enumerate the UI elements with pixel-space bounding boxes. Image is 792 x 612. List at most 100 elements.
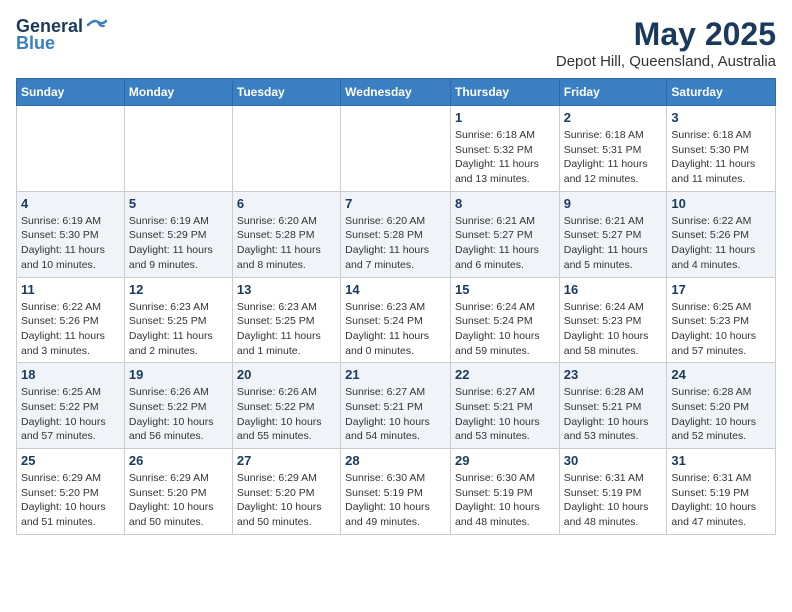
calendar-cell: 7 Sunrise: 6:20 AM Sunset: 5:28 PM Daylig… [341, 191, 451, 277]
day-number: 13 [237, 282, 336, 297]
calendar-cell: 12Sunrise: 6:23 AM Sunset: 5:25 PM Dayli… [124, 277, 232, 363]
calendar-cell: 13 Sunrise: 6:23 AM Sunset: 5:25 PM Dayli… [232, 277, 340, 363]
day-info: Sunrise: 6:28 AM Sunset: 5:21 PM Dayligh… [564, 385, 663, 444]
day-number: 11 [21, 282, 120, 297]
day-number: 25 [21, 453, 120, 468]
day-number: 18 [21, 367, 120, 382]
day-info: Sunrise: 6:18 AM Sunset: 5:32 PM Dayligh… [455, 128, 555, 187]
calendar-cell: 15 Sunrise: 6:24 AM Sunset: 5:24 PM Dayli… [450, 277, 559, 363]
calendar-cell: 23Sunrise: 6:28 AM Sunset: 5:21 PM Dayli… [559, 363, 667, 449]
day-info: Sunrise: 6:21 AM Sunset: 5:27 PM Dayligh… [455, 214, 555, 273]
day-info: Sunrise: 6:27 AM Sunset: 5:21 PM Dayligh… [455, 385, 555, 444]
header-thursday: Thursday [450, 79, 559, 106]
calendar-cell: 26 Sunrise: 6:29 AM Sunset: 5:20 PM Dayli… [124, 449, 232, 535]
day-number: 8 [455, 196, 555, 211]
day-info: Sunrise: 6:19 AM Sunset: 5:30 PM Dayligh… [21, 214, 120, 273]
day-info: Sunrise: 6:29 AM Sunset: 5:20 PM Dayligh… [237, 471, 336, 530]
day-info: Sunrise: 6:18 AM Sunset: 5:30 PM Dayligh… [671, 128, 771, 187]
calendar-cell: 29Sunrise: 6:30 AM Sunset: 5:19 PM Dayli… [450, 449, 559, 535]
logo-blue-text: Blue [16, 33, 55, 54]
day-info: Sunrise: 6:28 AM Sunset: 5:20 PM Dayligh… [671, 385, 771, 444]
page-header: General Blue May 2025 Depot Hill, Queens… [16, 16, 776, 70]
day-number: 7 [345, 196, 446, 211]
calendar-title: May 2025 [556, 16, 776, 53]
calendar-cell: 28 Sunrise: 6:30 AM Sunset: 5:19 PM Dayli… [341, 449, 451, 535]
day-number: 17 [671, 282, 771, 297]
day-number: 6 [237, 196, 336, 211]
header-wednesday: Wednesday [341, 79, 451, 106]
calendar-week-row: 18Sunrise: 6:25 AM Sunset: 5:22 PM Dayli… [17, 363, 776, 449]
calendar-cell [232, 106, 340, 192]
day-number: 5 [129, 196, 228, 211]
calendar-cell: 11Sunrise: 6:22 AM Sunset: 5:26 PM Dayli… [17, 277, 125, 363]
header-tuesday: Tuesday [232, 79, 340, 106]
calendar-cell: 8 Sunrise: 6:21 AM Sunset: 5:27 PM Daylig… [450, 191, 559, 277]
calendar-week-row: 11Sunrise: 6:22 AM Sunset: 5:26 PM Dayli… [17, 277, 776, 363]
day-info: Sunrise: 6:23 AM Sunset: 5:25 PM Dayligh… [237, 300, 336, 359]
calendar-header-row: SundayMondayTuesdayWednesdayThursdayFrid… [17, 79, 776, 106]
day-info: Sunrise: 6:31 AM Sunset: 5:19 PM Dayligh… [671, 471, 771, 530]
day-info: Sunrise: 6:23 AM Sunset: 5:24 PM Dayligh… [345, 300, 446, 359]
day-number: 4 [21, 196, 120, 211]
calendar-cell: 17 Sunrise: 6:25 AM Sunset: 5:23 PM Dayli… [667, 277, 776, 363]
day-info: Sunrise: 6:24 AM Sunset: 5:24 PM Dayligh… [455, 300, 555, 359]
calendar-cell: 20Sunrise: 6:26 AM Sunset: 5:22 PM Dayli… [232, 363, 340, 449]
calendar-cell: 24Sunrise: 6:28 AM Sunset: 5:20 PM Dayli… [667, 363, 776, 449]
day-number: 31 [671, 453, 771, 468]
calendar-cell: 6 Sunrise: 6:20 AM Sunset: 5:28 PM Daylig… [232, 191, 340, 277]
calendar-week-row: 25 Sunrise: 6:29 AM Sunset: 5:20 PM Dayli… [17, 449, 776, 535]
calendar-cell [17, 106, 125, 192]
day-number: 15 [455, 282, 555, 297]
day-number: 29 [455, 453, 555, 468]
calendar-cell: 14Sunrise: 6:23 AM Sunset: 5:24 PM Dayli… [341, 277, 451, 363]
header-sunday: Sunday [17, 79, 125, 106]
day-info: Sunrise: 6:23 AM Sunset: 5:25 PM Dayligh… [129, 300, 228, 359]
day-info: Sunrise: 6:20 AM Sunset: 5:28 PM Dayligh… [237, 214, 336, 273]
day-number: 22 [455, 367, 555, 382]
day-number: 16 [564, 282, 663, 297]
day-info: Sunrise: 6:22 AM Sunset: 5:26 PM Dayligh… [671, 214, 771, 273]
logo-bird-icon [86, 17, 108, 33]
calendar-cell: 1Sunrise: 6:18 AM Sunset: 5:32 PM Daylig… [450, 106, 559, 192]
calendar-cell: 31 Sunrise: 6:31 AM Sunset: 5:19 PM Dayli… [667, 449, 776, 535]
day-info: Sunrise: 6:29 AM Sunset: 5:20 PM Dayligh… [21, 471, 120, 530]
day-info: Sunrise: 6:25 AM Sunset: 5:23 PM Dayligh… [671, 300, 771, 359]
day-number: 2 [564, 110, 663, 125]
day-number: 10 [671, 196, 771, 211]
calendar-cell: 30Sunrise: 6:31 AM Sunset: 5:19 PM Dayli… [559, 449, 667, 535]
logo: General Blue [16, 16, 108, 54]
calendar-cell: 21 Sunrise: 6:27 AM Sunset: 5:21 PM Dayli… [341, 363, 451, 449]
day-info: Sunrise: 6:19 AM Sunset: 5:29 PM Dayligh… [129, 214, 228, 273]
day-info: Sunrise: 6:29 AM Sunset: 5:20 PM Dayligh… [129, 471, 228, 530]
calendar-cell: 9 Sunrise: 6:21 AM Sunset: 5:27 PM Daylig… [559, 191, 667, 277]
calendar-subtitle: Depot Hill, Queensland, Australia [556, 53, 776, 70]
day-info: Sunrise: 6:30 AM Sunset: 5:19 PM Dayligh… [345, 471, 446, 530]
day-number: 27 [237, 453, 336, 468]
calendar-week-row: 4 Sunrise: 6:19 AM Sunset: 5:30 PM Daylig… [17, 191, 776, 277]
calendar-cell: 16 Sunrise: 6:24 AM Sunset: 5:23 PM Dayli… [559, 277, 667, 363]
calendar-cell: 2Sunrise: 6:18 AM Sunset: 5:31 PM Daylig… [559, 106, 667, 192]
calendar-week-row: 1Sunrise: 6:18 AM Sunset: 5:32 PM Daylig… [17, 106, 776, 192]
day-number: 21 [345, 367, 446, 382]
header-monday: Monday [124, 79, 232, 106]
header-friday: Friday [559, 79, 667, 106]
day-number: 28 [345, 453, 446, 468]
calendar-cell: 3Sunrise: 6:18 AM Sunset: 5:30 PM Daylig… [667, 106, 776, 192]
calendar-cell: 5 Sunrise: 6:19 AM Sunset: 5:29 PM Daylig… [124, 191, 232, 277]
day-info: Sunrise: 6:27 AM Sunset: 5:21 PM Dayligh… [345, 385, 446, 444]
day-number: 9 [564, 196, 663, 211]
calendar-cell: 25 Sunrise: 6:29 AM Sunset: 5:20 PM Dayli… [17, 449, 125, 535]
calendar-cell: 19Sunrise: 6:26 AM Sunset: 5:22 PM Dayli… [124, 363, 232, 449]
calendar-cell: 27 Sunrise: 6:29 AM Sunset: 5:20 PM Dayli… [232, 449, 340, 535]
day-info: Sunrise: 6:20 AM Sunset: 5:28 PM Dayligh… [345, 214, 446, 273]
day-info: Sunrise: 6:31 AM Sunset: 5:19 PM Dayligh… [564, 471, 663, 530]
calendar-cell [124, 106, 232, 192]
day-number: 20 [237, 367, 336, 382]
calendar-cell: 18Sunrise: 6:25 AM Sunset: 5:22 PM Dayli… [17, 363, 125, 449]
header-saturday: Saturday [667, 79, 776, 106]
day-number: 26 [129, 453, 228, 468]
calendar-cell: 22 Sunrise: 6:27 AM Sunset: 5:21 PM Dayli… [450, 363, 559, 449]
day-info: Sunrise: 6:26 AM Sunset: 5:22 PM Dayligh… [129, 385, 228, 444]
day-info: Sunrise: 6:21 AM Sunset: 5:27 PM Dayligh… [564, 214, 663, 273]
day-info: Sunrise: 6:24 AM Sunset: 5:23 PM Dayligh… [564, 300, 663, 359]
